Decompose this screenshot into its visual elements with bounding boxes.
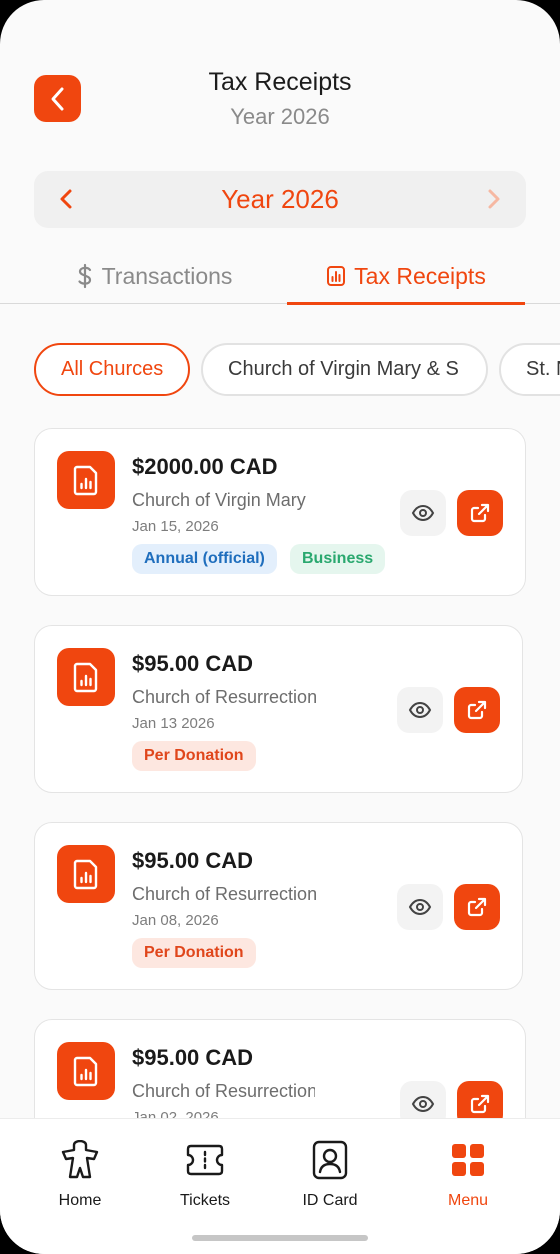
receipt-church: Church of Resurrection: [132, 884, 318, 904]
nav-label-id-card: ID Card: [302, 1192, 358, 1209]
eye-icon: [408, 898, 432, 916]
receipt-date: Jan 08, 2026: [132, 912, 219, 929]
nav-label-tickets: Tickets: [179, 1192, 231, 1209]
tab-tax-receipts[interactable]: Tax Receipts: [287, 248, 525, 305]
tab-bar: Transactions Tax Receipts: [0, 248, 560, 305]
page-title: Tax Receipts: [208, 68, 352, 96]
tab-transactions[interactable]: Transactions: [34, 248, 274, 304]
nav-item-home[interactable]: Home: [25, 1139, 135, 1210]
receipt-document-icon: [57, 451, 115, 509]
page-subtitle: Year 2026: [230, 104, 330, 129]
nav-item-menu[interactable]: Menu: [413, 1139, 523, 1210]
receipt-date: Jan 13 2026: [132, 715, 215, 732]
ticket-icon: [150, 1139, 260, 1181]
receipt-document-icon: [57, 648, 115, 706]
nav-label-home: Home: [58, 1192, 102, 1209]
filter-chip-church[interactable]: St. N: [499, 343, 560, 396]
external-link-icon: [467, 700, 487, 720]
eye-icon: [408, 701, 432, 719]
year-label: Year 2026: [221, 184, 339, 214]
nav-item-tickets[interactable]: Tickets: [150, 1139, 260, 1210]
tab-tax-receipts-label: Tax Receipts: [354, 262, 486, 289]
badge-annual: Annual (official): [132, 544, 277, 574]
receipt-amount: $95.00 CAD: [132, 651, 254, 676]
eye-icon: [411, 504, 435, 522]
view-receipt-button[interactable]: [397, 687, 443, 733]
receipt-card: $2000.00 CAD Church of Virgin Mary Jan 1…: [34, 428, 526, 596]
dollar-icon: [76, 263, 94, 289]
receipt-card: $95.00 CAD Church of Resurrection Jan 08…: [34, 822, 523, 990]
id-card-icon: [275, 1139, 385, 1181]
nav-label-menu: Menu: [447, 1192, 489, 1209]
receipt-document-icon: [57, 845, 115, 903]
view-receipt-button[interactable]: [400, 490, 446, 536]
next-year-button[interactable]: [480, 185, 508, 213]
external-link-icon: [470, 503, 490, 523]
open-receipt-button[interactable]: [454, 884, 500, 930]
receipt-church: Church of Resurrection: [132, 687, 318, 707]
open-receipt-button[interactable]: [454, 687, 500, 733]
badge-per-donation: Per Donation: [132, 938, 256, 968]
tab-transactions-label: Transactions: [101, 262, 233, 289]
receipt-church: Church of Resurrection: [132, 1081, 315, 1101]
filter-chip-all-churches[interactable]: All Churces: [34, 343, 190, 396]
receipt-document-icon: [57, 1042, 115, 1100]
receipt-amount: $95.00 CAD: [132, 848, 254, 873]
eye-icon: [411, 1095, 435, 1113]
year-switcher: Year 2026: [34, 171, 526, 228]
receipt-church: Church of Virgin Mary: [132, 490, 306, 510]
external-link-icon: [467, 897, 487, 917]
bar-chart-icon: [326, 265, 346, 287]
receipt-amount: $95.00 CAD: [132, 1045, 254, 1070]
open-receipt-button[interactable]: [457, 490, 503, 536]
filter-chip-church[interactable]: Church of Virgin Mary & S: [201, 343, 488, 396]
view-receipt-button[interactable]: [397, 884, 443, 930]
phone-screen: Tax Receipts Year 2026 Year 2026 Transac…: [0, 0, 560, 1254]
bottom-nav: Home Tickets ID Card Menu: [0, 1118, 560, 1254]
nav-item-id-card[interactable]: ID Card: [275, 1139, 385, 1210]
badge-business: Business: [290, 544, 386, 574]
receipt-amount: $2000.00 CAD: [132, 454, 278, 479]
receipt-date: Jan 15, 2026: [132, 518, 219, 535]
external-link-icon: [470, 1094, 490, 1114]
receipt-card: $95.00 CAD Church of Resurrection Jan 13…: [34, 625, 523, 793]
grid-menu-icon: [413, 1139, 523, 1181]
home-icon: [25, 1139, 135, 1181]
home-indicator[interactable]: [192, 1235, 368, 1241]
badge-per-donation: Per Donation: [132, 741, 256, 771]
